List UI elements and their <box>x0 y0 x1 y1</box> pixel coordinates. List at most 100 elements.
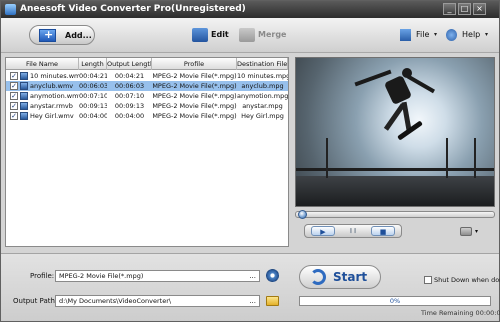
profile-select[interactable]: MPEG-2 Movie File(*.mpg) ... <box>55 270 260 282</box>
add-button-label: Add... <box>65 31 92 40</box>
add-button[interactable]: Add... <box>29 25 95 45</box>
profile-label: Profile: <box>30 272 55 280</box>
shutdown-label: Shut Down when done <box>434 276 500 284</box>
seek-slider-thumb[interactable] <box>298 210 307 219</box>
cell-destination: anystar.mpg <box>242 102 283 110</box>
column-header-output-length[interactable]: Output Length <box>107 58 152 70</box>
cell-file-name: 10 minutes.wmv <box>30 72 79 80</box>
video-file-icon <box>20 92 28 100</box>
cell-output-length: 00:09:13 <box>114 102 145 110</box>
cell-destination: anymotion.mpg <box>237 92 288 100</box>
profile-settings-gear-icon[interactable] <box>266 269 279 282</box>
cell-destination: Hey Girl.mpg <box>241 112 284 120</box>
cell-profile: MPEG-2 Movie File(*.mpg) <box>152 112 237 120</box>
preview-pole <box>326 138 328 178</box>
column-header-length[interactable]: Length <box>79 58 107 70</box>
cell-profile: MPEG-2 Movie File(*.mpg) <box>152 72 237 80</box>
start-button-label: Start <box>333 270 368 284</box>
file-list-table[interactable]: File Name Length Output Length Profile D… <box>5 57 289 247</box>
app-icon <box>5 4 16 15</box>
merge-icon <box>239 28 255 42</box>
cell-output-length: 00:04:00 <box>114 112 145 120</box>
row-checkbox[interactable]: ✓ <box>10 72 18 80</box>
app-window: Aneesoft Video Converter Pro(Unregistere… <box>0 0 500 322</box>
edit-button[interactable]: Edit <box>192 28 232 44</box>
edit-icon <box>192 28 208 42</box>
help-menu[interactable]: Help ▾ <box>446 28 490 44</box>
cell-length: 00:04:21 <box>79 72 107 80</box>
cell-length: 00:09:13 <box>79 102 107 110</box>
row-checkbox[interactable]: ✓ <box>10 82 18 90</box>
pause-icon[interactable]: ❚❚ <box>341 226 365 236</box>
file-menu[interactable]: File ▾ <box>400 28 438 44</box>
minimize-button[interactable]: _ <box>443 3 456 15</box>
add-film-icon <box>39 28 56 42</box>
cell-file-name: anyclub.wmv <box>30 82 74 90</box>
cell-file-name: anystar.rmvb <box>30 102 73 110</box>
column-header-file-name[interactable]: File Name <box>6 58 79 70</box>
cell-profile: MPEG-2 Movie File(*.mpg) <box>152 102 237 110</box>
convert-refresh-icon <box>310 269 326 285</box>
profile-browse-dots[interactable]: ... <box>249 271 256 281</box>
shutdown-checkbox[interactable] <box>424 276 432 284</box>
table-row[interactable]: ✓ 10 minutes.wmv 00:04:21 00:04:21 MPEG-… <box>6 71 288 81</box>
toolbar: Add... Edit Merge File ▾ Help ▾ <box>1 18 499 53</box>
row-checkbox[interactable]: ✓ <box>10 112 18 120</box>
snapshot-chevron-down-icon[interactable]: ▾ <box>475 228 478 235</box>
table-row[interactable]: ✓ anystar.rmvb 00:09:13 00:09:13 MPEG-2 … <box>6 101 288 111</box>
column-header-destination-file[interactable]: Destination File <box>237 58 288 70</box>
seek-slider[interactable] <box>295 210 495 219</box>
cell-length: 00:07:10 <box>79 92 107 100</box>
window-title: Aneesoft Video Converter Pro(Unregistere… <box>20 4 246 14</box>
profile-select-value: MPEG-2 Movie File(*.mpg) <box>59 272 144 280</box>
skater-head <box>402 68 412 78</box>
merge-button-label: Merge <box>258 30 287 39</box>
cell-file-name: anymotion.wmv <box>30 92 79 100</box>
table-row[interactable]: ✓ Hey Girl.wmv 00:04:00 00:04:00 MPEG-2 … <box>6 111 288 121</box>
start-button[interactable]: Start <box>299 265 381 289</box>
cell-destination: anyclub.mpg <box>241 82 284 90</box>
table-header: File Name Length Output Length Profile D… <box>6 58 288 70</box>
preview-pole <box>474 138 476 178</box>
preview-pole <box>446 138 448 178</box>
merge-button[interactable]: Merge <box>239 28 289 44</box>
preview-ground <box>296 176 494 206</box>
cell-file-name: Hey Girl.wmv <box>30 112 74 120</box>
row-checkbox[interactable]: ✓ <box>10 102 18 110</box>
title-bar: Aneesoft Video Converter Pro(Unregistere… <box>1 1 499 18</box>
close-button[interactable]: × <box>473 3 486 15</box>
conversion-progress-bar: 0% <box>299 296 491 306</box>
file-menu-label: File <box>416 30 430 39</box>
snapshot-camera-icon[interactable] <box>460 227 472 236</box>
playback-controls: ▶ ❚❚ ■ <box>304 224 402 238</box>
row-checkbox[interactable]: ✓ <box>10 92 18 100</box>
cell-output-length: 00:07:10 <box>114 92 145 100</box>
column-header-profile[interactable]: Profile <box>152 58 237 70</box>
cell-profile: MPEG-2 Movie File(*.mpg) <box>152 92 237 100</box>
cell-output-length: 00:04:21 <box>114 72 145 80</box>
video-file-icon <box>20 72 28 80</box>
help-chevron-down-icon: ▾ <box>485 31 489 38</box>
time-remaining: Time Remaining 00:00:00 <box>421 309 500 317</box>
help-menu-label: Help <box>462 30 481 39</box>
video-preview <box>295 57 495 207</box>
output-path-value: d:\My Documents\VideoConverter\ <box>59 297 172 305</box>
output-path-label: Output Path: <box>13 297 58 305</box>
output-browse-dots[interactable]: ... <box>249 296 256 306</box>
table-row[interactable]: ✓ anyclub.wmv 00:06:03 00:06:03 MPEG-2 M… <box>6 81 288 91</box>
stop-icon[interactable]: ■ <box>371 226 395 236</box>
progress-percent: 0% <box>389 297 401 305</box>
play-icon[interactable]: ▶ <box>311 226 335 236</box>
cell-output-length: 00:06:03 <box>114 82 145 90</box>
cell-destination: 10 minutes.mpg <box>237 72 288 80</box>
video-file-icon <box>20 112 28 120</box>
file-icon <box>400 29 411 41</box>
table-row[interactable]: ✓ anymotion.wmv 00:07:10 00:07:10 MPEG-2… <box>6 91 288 101</box>
maximize-button[interactable]: □ <box>458 3 471 15</box>
output-path-input[interactable]: d:\My Documents\VideoConverter\ ... <box>55 295 260 307</box>
cell-length: 00:06:03 <box>79 82 107 90</box>
edit-button-label: Edit <box>211 30 229 39</box>
video-file-icon <box>20 102 28 110</box>
open-folder-icon[interactable] <box>266 296 279 306</box>
help-icon <box>446 29 457 41</box>
